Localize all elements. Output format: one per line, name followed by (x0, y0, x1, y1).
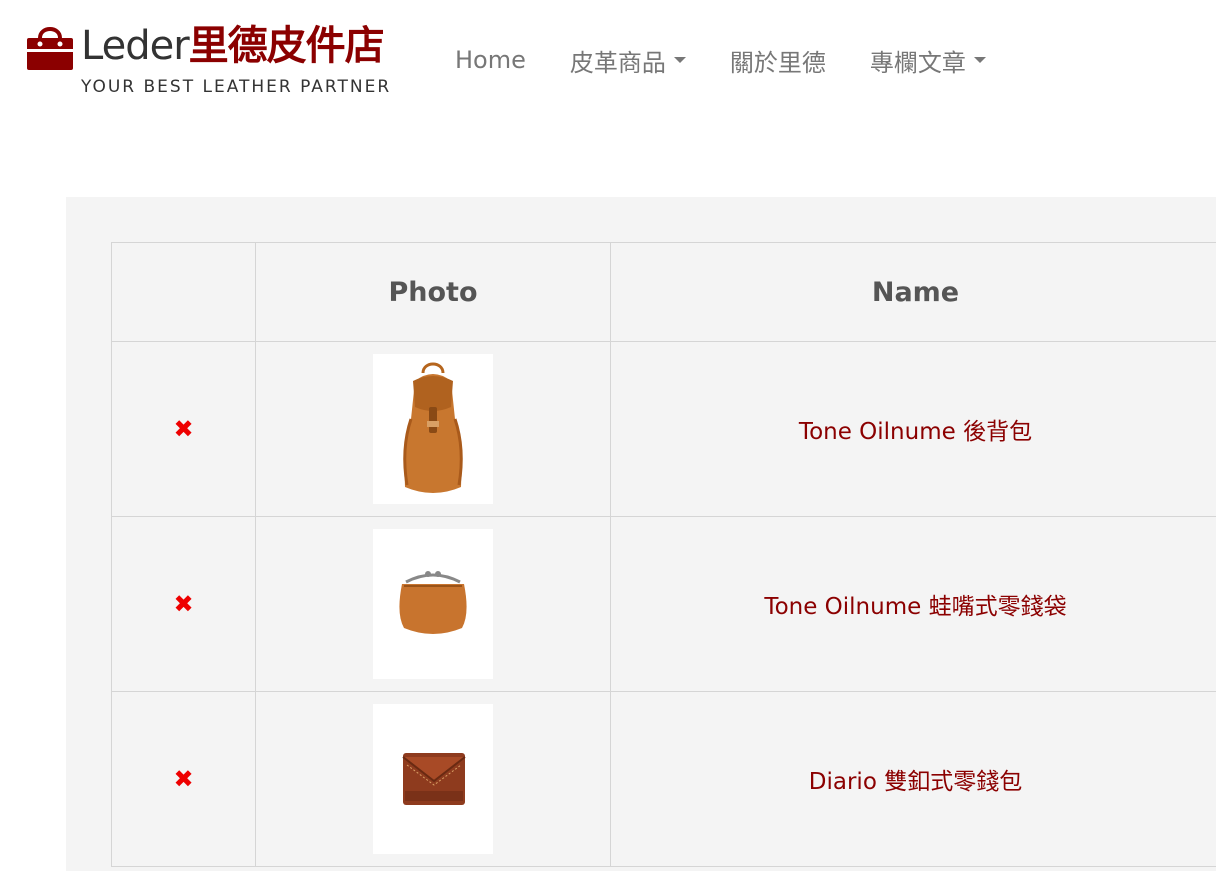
name-cell: Tone Oilnume 蛙嘴式零錢袋 (610, 516, 1216, 692)
nav-item-label: Home (455, 46, 526, 74)
nav-item-home[interactable]: Home (433, 46, 548, 74)
photo-cell (255, 516, 611, 692)
wallet-photo (402, 753, 466, 805)
coin-purse-photo (399, 571, 467, 634)
header-name: Name (610, 242, 1216, 342)
product-thumbnail[interactable] (373, 704, 493, 854)
table-header-row: Photo Name (111, 242, 1216, 342)
table-row: ✖ Tone Oilnume 後背包 (111, 341, 1216, 517)
brand-name-en: Leder (81, 23, 190, 69)
remove-item-icon[interactable]: ✖ (173, 417, 193, 441)
brand-name-zh: 里德皮件店 (188, 23, 385, 69)
product-name-link[interactable]: Diario 雙釦式零錢包 (809, 769, 1022, 795)
brand-name: Leder里德皮件店 (81, 20, 385, 72)
nav-item-about[interactable]: 關於里德 (708, 43, 848, 78)
header-photo: Photo (255, 242, 611, 342)
remove-cell: ✖ (111, 341, 256, 517)
table-row: ✖ Tone Oilnume 蛙嘴式零錢袋 (111, 516, 1216, 692)
caret-down-icon (673, 57, 686, 63)
product-thumbnail[interactable] (373, 529, 493, 679)
site-header: Leder里德皮件店 YOUR BEST LEATHER PARTNER Hom… (0, 0, 1216, 120)
remove-cell: ✖ (111, 691, 256, 867)
nav-item-leather-products[interactable]: 皮革商品 (548, 43, 708, 78)
name-cell: Diario 雙釦式零錢包 (610, 691, 1216, 867)
cart-panel: Photo Name ✖ Tone Oilnume 後背包 ✖ Tone Oil… (66, 197, 1216, 871)
nav-item-label: 關於里德 (729, 48, 826, 77)
product-thumbnail[interactable] (373, 354, 493, 504)
site-logo[interactable]: Leder里德皮件店 YOUR BEST LEATHER PARTNER (25, 20, 405, 100)
caret-down-icon (973, 57, 986, 63)
photo-cell (255, 341, 611, 517)
nav-item-label: 專欄文章 (869, 48, 966, 77)
backpack-photo (403, 362, 463, 493)
table-row: ✖ Diario 雙釦式零錢包 (111, 691, 1216, 867)
shopping-bag-icon (27, 27, 73, 70)
name-cell: Tone Oilnume 後背包 (610, 341, 1216, 517)
remove-item-icon[interactable]: ✖ (173, 767, 193, 791)
product-name-link[interactable]: Tone Oilnume 後背包 (799, 419, 1032, 445)
remove-cell: ✖ (111, 516, 256, 692)
nav-item-label: 皮革商品 (569, 48, 666, 77)
photo-cell (255, 691, 611, 867)
nav-item-articles[interactable]: 專欄文章 (848, 43, 1008, 78)
cart-table: Photo Name ✖ Tone Oilnume 後背包 ✖ Tone Oil… (111, 242, 1216, 867)
main-nav: Home 皮革商品 關於里德 專欄文章 (433, 38, 1008, 82)
header-remove (111, 242, 256, 342)
brand-tagline: YOUR BEST LEATHER PARTNER (81, 77, 392, 97)
remove-item-icon[interactable]: ✖ (173, 592, 193, 616)
product-name-link[interactable]: Tone Oilnume 蛙嘴式零錢袋 (764, 594, 1066, 620)
